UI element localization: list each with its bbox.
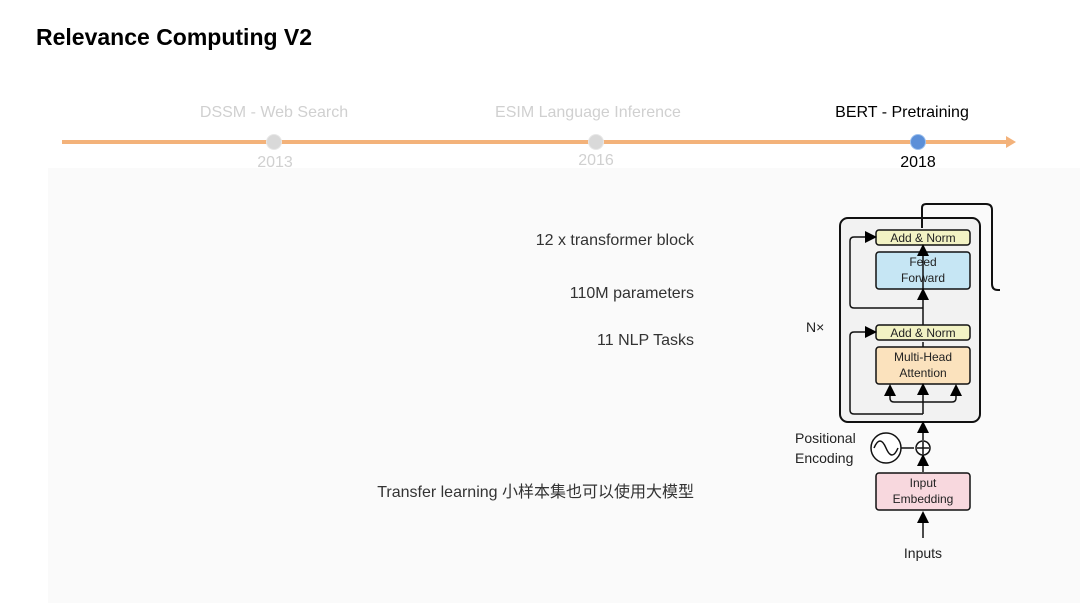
slide: Relevance Computing V2 DSSM - Web Search…: [0, 0, 1080, 603]
add-norm-bottom-label: Add & Norm: [890, 326, 955, 340]
info-nlp-tasks: 11 NLP Tasks: [597, 332, 694, 349]
milestone-dot-bert: [910, 134, 926, 150]
embedding-label-2: Embedding: [893, 492, 954, 506]
info-transformer-blocks: 12 x transformer block: [535, 232, 694, 249]
transformer-architecture-diagram: Add & Norm Feed Forward Add & Norm Multi…: [795, 203, 1000, 561]
encoder-block: [839, 217, 981, 423]
attention-label-1: Multi-Head: [894, 350, 952, 364]
info-parameters: 110M parameters: [569, 285, 694, 302]
embedding-label-1: Input: [910, 476, 937, 490]
inputs-label: Inputs: [904, 545, 942, 561]
milestone-label-esim: ESIM Language Inference: [495, 104, 681, 121]
slide-title: Relevance Computing V2: [36, 24, 313, 50]
milestone-label-bert: BERT - Pretraining: [835, 104, 969, 121]
milestone-year-dssm: 2013: [257, 154, 293, 171]
timeline-arrow-icon: [1006, 136, 1016, 148]
attention-label-2: Attention: [899, 366, 946, 380]
positional-label-2: Encoding: [795, 450, 853, 466]
add-norm-top-label: Add & Norm: [890, 231, 955, 245]
milestone-dot-esim: [588, 134, 604, 150]
positional-label-1: Positional: [795, 430, 856, 446]
milestone-year-bert: 2018: [900, 154, 936, 171]
info-transfer-learning: Transfer learning 小样本集也可以使用大模型: [377, 484, 694, 501]
nx-label: N×: [806, 319, 824, 335]
timeline-line: [62, 140, 1008, 144]
milestone-year-esim: 2016: [578, 152, 614, 169]
milestone-label-dssm: DSSM - Web Search: [199, 104, 349, 121]
milestone-dot-dssm: [266, 134, 282, 150]
